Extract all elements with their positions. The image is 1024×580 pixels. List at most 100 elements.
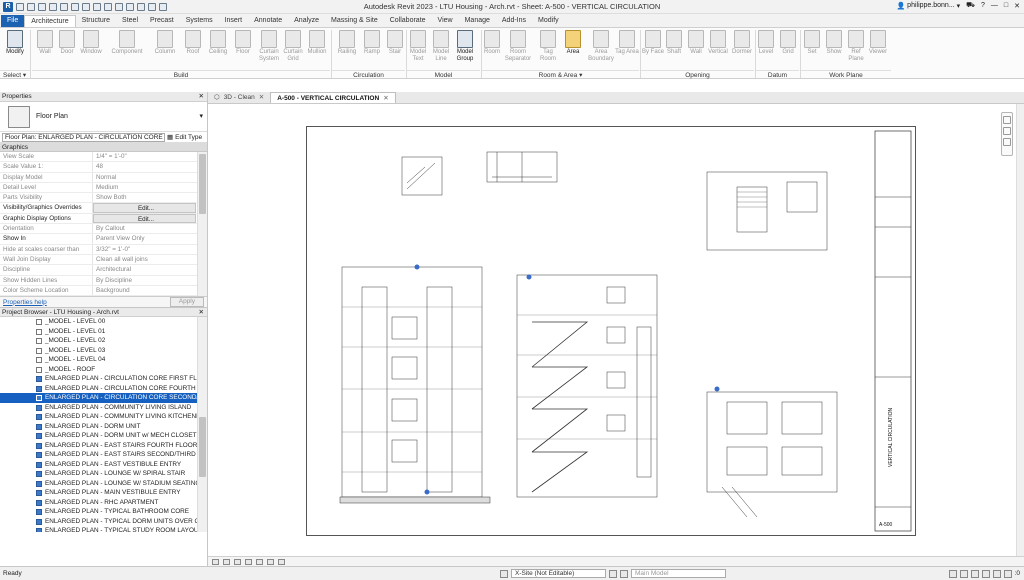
graphics-group-header[interactable]: Graphics xyxy=(0,143,207,152)
floor-button[interactable]: Floor xyxy=(230,30,256,56)
browser-item[interactable]: ENLARGED PLAN - TYPICAL STUDY ROOM LAYOU… xyxy=(0,526,198,532)
door-button[interactable]: Door xyxy=(54,30,80,56)
view-tab-3d-clean[interactable]: ⬡ 3D - Clean ✕ xyxy=(208,92,270,103)
steering-wheel-icon[interactable] xyxy=(1003,127,1011,135)
browser-item[interactable]: ENLARGED PLAN - COMMUNITY LIVING KITCHEN… xyxy=(0,412,198,422)
mullion-button[interactable]: Mullion xyxy=(304,30,330,56)
curtain-system-button[interactable]: Curtain System xyxy=(256,30,282,63)
property-row[interactable]: Display Model Normal xyxy=(0,172,207,183)
browser-item[interactable]: ENLARGED PLAN - TYPICAL BATHROOM CORE xyxy=(0,507,198,517)
panel-room-area[interactable]: Room & Area ▾ xyxy=(482,70,639,79)
scroll-thumb[interactable] xyxy=(199,417,206,477)
select-pinned-icon[interactable] xyxy=(970,569,979,578)
tab-manage[interactable]: Manage xyxy=(459,15,496,27)
tab-architecture[interactable]: Architecture xyxy=(24,15,76,27)
window-button[interactable]: Window xyxy=(78,30,104,56)
filter-icon[interactable] xyxy=(1003,569,1012,578)
browser-item[interactable]: ENLARGED PLAN - CIRCULATION CORE FOURTH … xyxy=(0,384,198,394)
browser-item[interactable]: ENLARGED PLAN - TYPICAL DORM UNITS OVER … xyxy=(0,517,198,527)
property-row[interactable]: Hide at scales coarser than 3/32" = 1'-0" xyxy=(0,244,207,255)
save-icon[interactable] xyxy=(27,2,35,11)
detail-level-icon[interactable] xyxy=(223,558,230,565)
switch-windows-icon[interactable] xyxy=(159,2,167,11)
model-group-button[interactable]: Model Group xyxy=(451,30,479,63)
sheet[interactable]: VERTICAL CIRCULATION A-500 xyxy=(306,126,916,536)
tab-systems[interactable]: Systems xyxy=(180,15,219,27)
property-row[interactable]: Scale Value 1: 48 xyxy=(0,162,207,173)
close-icon[interactable]: ✕ xyxy=(259,92,264,103)
curtain-grid-button[interactable]: Curtain Grid xyxy=(280,30,306,63)
scale-icon[interactable] xyxy=(212,558,219,565)
sync-icon[interactable] xyxy=(38,2,46,11)
browser-item[interactable]: ENLARGED PLAN - MAIN VESTIBULE ENTRY xyxy=(0,488,198,498)
crop-icon[interactable] xyxy=(267,558,274,565)
edit-type-button[interactable]: ▦ Edit Type xyxy=(167,133,207,142)
property-row[interactable]: Graphic Display Options Edit... xyxy=(0,213,207,225)
property-row[interactable]: View Scale 1/4" = 1'-0" xyxy=(0,152,207,163)
tab-massing-site[interactable]: Massing & Site xyxy=(325,15,384,27)
area-button[interactable]: Area xyxy=(560,30,586,56)
instance-selector[interactable]: Floor Plan: ENLARGED PLAN - CIRCULATION … xyxy=(2,132,165,142)
browser-item[interactable]: _MODEL - LEVEL 02 xyxy=(0,336,198,346)
grid-button[interactable]: Grid xyxy=(775,30,801,56)
browser-item[interactable]: _MODEL - LEVEL 01 xyxy=(0,327,198,337)
print-icon[interactable] xyxy=(71,2,79,11)
browser-item[interactable]: ENLARGED PLAN - COMMUNITY LIVING ISLAND xyxy=(0,403,198,413)
text-icon[interactable] xyxy=(104,2,112,11)
properties-help-link[interactable]: Properties help xyxy=(3,299,47,306)
tab-view[interactable]: View xyxy=(432,15,459,27)
tab-modify[interactable]: Modify xyxy=(532,15,565,27)
browser-item[interactable]: ENLARGED PLAN - CIRCULATION CORE FIRST F… xyxy=(0,374,198,384)
redo-icon[interactable] xyxy=(60,2,68,11)
view-cube-icon[interactable] xyxy=(1003,116,1011,124)
tab-steel[interactable]: Steel xyxy=(116,15,144,27)
browser-item[interactable]: ENLARGED PLAN - LOUNGE W/ STADIUM SEATIN… xyxy=(0,479,198,489)
room-separator-button[interactable]: Room Separator xyxy=(503,30,533,63)
zoom-icon[interactable] xyxy=(1003,138,1011,146)
room-button[interactable]: Room xyxy=(479,30,505,56)
tab-file[interactable]: File xyxy=(1,15,25,27)
component-button[interactable]: Component xyxy=(110,30,144,56)
property-row[interactable]: Show Hidden Lines By Discipline xyxy=(0,275,207,286)
cart-icon[interactable]: ⛟ xyxy=(966,1,975,10)
property-row[interactable]: Orientation By Callout xyxy=(0,224,207,235)
close-icon[interactable]: ✕ xyxy=(199,92,204,102)
help-icon[interactable]: ? xyxy=(981,2,985,9)
browser-item[interactable]: ENLARGED PLAN - CIRCULATION CORE SECOND/… xyxy=(0,393,198,403)
editable-only-icon[interactable] xyxy=(620,569,628,578)
user-menu[interactable]: 👤 philippe.bonn... ▾ xyxy=(896,2,960,10)
property-value[interactable]: Edit... xyxy=(93,213,196,224)
area-boundary-button[interactable]: Area Boundary xyxy=(586,30,616,63)
active-workset-select[interactable]: X-Site (Not Editable) xyxy=(511,569,606,578)
browser-item[interactable]: ENLARGED PLAN - EAST STAIRS FOURTH FLOOR xyxy=(0,441,198,451)
browser-item[interactable]: _MODEL - ROOF xyxy=(0,365,198,375)
tab-collaborate[interactable]: Collaborate xyxy=(384,15,432,27)
tag-room-button[interactable]: Tag Room xyxy=(535,30,561,63)
dimension-icon[interactable] xyxy=(93,2,101,11)
close-button[interactable]: ✕ xyxy=(1014,2,1020,10)
visual-style-icon[interactable] xyxy=(234,558,241,565)
shadows-icon[interactable] xyxy=(256,558,263,565)
browser-item[interactable]: _MODEL - LEVEL 00 xyxy=(0,317,198,327)
panel-select[interactable]: Select ▾ xyxy=(0,70,30,79)
select-links-icon[interactable] xyxy=(948,569,957,578)
roof-button[interactable]: Roof xyxy=(180,30,206,56)
tab-insert[interactable]: Insert xyxy=(219,15,249,27)
tab-add-ins[interactable]: Add-Ins xyxy=(496,15,532,27)
modify-button[interactable]: Modify xyxy=(2,30,28,56)
maximize-button[interactable]: □ xyxy=(1004,2,1008,9)
view-tab-a500[interactable]: A-500 - VERTICAL CIRCULATION ✕ xyxy=(270,92,396,104)
thin-lines-icon[interactable] xyxy=(137,2,145,11)
open-icon[interactable] xyxy=(16,2,24,11)
undo-icon[interactable] xyxy=(49,2,57,11)
browser-item[interactable]: ENLARGED PLAN - DORM UNIT w/ MECH CLOSET xyxy=(0,431,198,441)
property-row[interactable]: Parts Visibility Show Both xyxy=(0,193,207,204)
3d-view-icon[interactable] xyxy=(115,2,123,11)
property-row[interactable]: Visibility/Graphics Overrides Edit... xyxy=(0,203,207,214)
tag-area-button[interactable]: Tag Area xyxy=(614,30,640,56)
browser-item[interactable]: ENLARGED PLAN - DORM UNIT xyxy=(0,422,198,432)
minimize-button[interactable]: — xyxy=(991,2,998,9)
select-underlay-icon[interactable] xyxy=(959,569,968,578)
railing-button[interactable]: Railing xyxy=(334,30,360,56)
close-icon[interactable]: ✕ xyxy=(383,93,388,104)
